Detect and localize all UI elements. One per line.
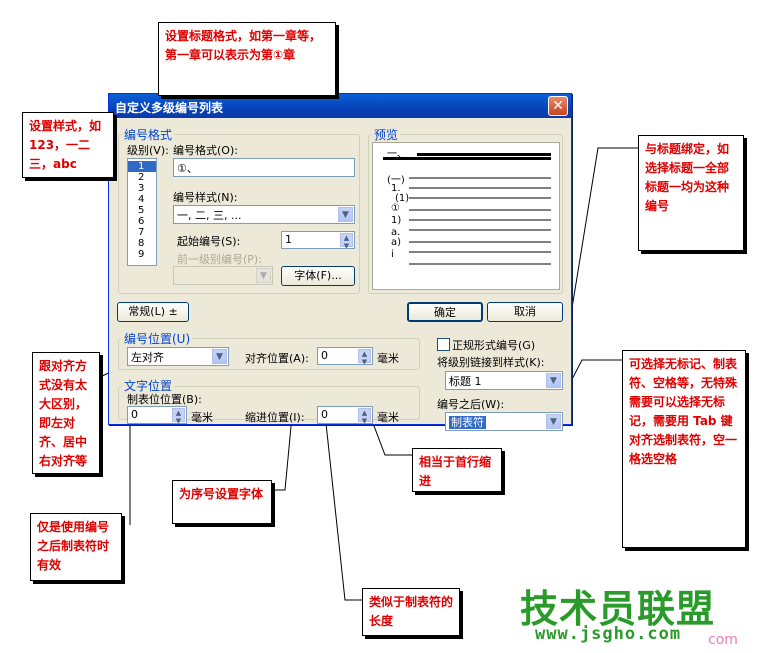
title-bar: 自定义多级编号列表 ✕ — [109, 94, 571, 118]
preview-line — [409, 229, 551, 231]
number-format-label: 编号格式(O): — [173, 144, 238, 157]
aligned-at-label: 对齐位置(A): — [245, 352, 309, 365]
callout-font: 为序号设置字体 — [172, 480, 272, 524]
aligned-at-spinner[interactable]: 0 ▲ ▼ — [317, 347, 373, 365]
chevron-down-icon[interactable]: ▼ — [546, 414, 561, 429]
spinner-arrows-icon[interactable]: ▲ ▼ — [358, 408, 371, 423]
legal-style-checkbox[interactable] — [437, 338, 450, 351]
chevron-down-icon[interactable]: ▼ — [212, 349, 227, 364]
preview-group-label: 预览 — [372, 126, 401, 143]
prev-level-label: 前一级别编号(P): — [177, 253, 262, 266]
indent-label: 缩进位置(I): — [245, 411, 305, 424]
number-format-group-label: 编号格式 — [122, 126, 175, 143]
callout-set-style: 设置样式，如 123，一二三，abc — [22, 112, 114, 178]
tab-position-value: 0 — [131, 408, 138, 421]
tab-position-label: 制表位位置(B): — [127, 393, 202, 406]
callout-tab-length: 类似于制表符的长度 — [362, 588, 460, 636]
normal-toggle-button[interactable]: 常规(L) ± — [117, 302, 189, 322]
indent-spinner[interactable]: 0 ▲ ▼ — [317, 406, 373, 424]
link-style-label: 将级别链接到样式(K): — [437, 356, 545, 369]
level-item[interactable]: 8 — [128, 238, 156, 249]
preview-line — [409, 177, 551, 179]
spinner-arrows-icon[interactable]: ▲ ▼ — [172, 408, 185, 423]
spinner-arrows-icon[interactable]: ▲ ▼ — [340, 233, 353, 248]
preview-number: 1) — [391, 215, 402, 226]
level-item[interactable]: 1 — [128, 161, 156, 172]
preview-number: ① — [391, 203, 400, 214]
aligned-at-unit: 毫米 — [377, 352, 399, 365]
preview-line — [409, 209, 551, 211]
preview-number: a) — [391, 237, 402, 248]
cancel-button[interactable]: 取消 — [487, 302, 563, 322]
prev-level-select[interactable]: ▼ — [173, 266, 273, 285]
spinner-arrows-icon[interactable]: ▲ ▼ — [358, 349, 371, 364]
level-item[interactable]: 3 — [128, 183, 156, 194]
callout-first-line-indent: 相当于首行缩进 — [412, 448, 502, 492]
preview-pane: 一、 (一) 1. (1) ① 1) a. a) i — [372, 142, 560, 290]
start-at-value: 1 — [285, 233, 292, 246]
preview-number: 一、 — [387, 149, 407, 160]
callout-tab-only: 仅是使用编号之后制表符时有效 — [30, 513, 122, 581]
start-at-label: 起始编号(S): — [177, 235, 241, 248]
dialog-title: 自定义多级编号列表 — [115, 101, 224, 115]
number-position-group-label: 编号位置(U) — [122, 330, 193, 347]
callout-alignment: 跟对齐方式没有太大区别，即左对齐、居中右对齐等 — [32, 352, 100, 474]
preview-line — [409, 197, 551, 199]
indent-value: 0 — [321, 408, 328, 421]
level-item[interactable]: 6 — [128, 216, 156, 227]
level-label: 级别(V): — [127, 144, 169, 157]
preview-line — [409, 241, 551, 243]
number-style-value: 一, 二, 三, ... — [177, 209, 242, 222]
callout-bind-heading: 与标题绑定，如选择标题一全部标题一均为这种编号 — [638, 135, 744, 251]
number-style-label: 编号样式(N): — [173, 191, 238, 204]
level-item[interactable]: 9 — [128, 249, 156, 260]
preview-number: i — [391, 249, 394, 260]
alignment-value: 左对齐 — [131, 351, 164, 364]
ok-button[interactable]: 确定 — [407, 302, 483, 322]
tab-position-spinner[interactable]: 0 ▲ ▼ — [127, 406, 187, 424]
tab-position-unit: 毫米 — [191, 411, 213, 424]
preview-line — [409, 263, 551, 265]
start-at-spinner[interactable]: 1 ▲ ▼ — [281, 231, 355, 249]
follow-number-select[interactable]: 制表符 ▼ — [445, 412, 563, 431]
legal-style-label: 正规形式编号(G) — [452, 339, 536, 352]
watermark-url: www.jsgho.com — [535, 624, 682, 644]
level-item[interactable]: 4 — [128, 194, 156, 205]
level-item[interactable]: 5 — [128, 205, 156, 216]
alignment-select[interactable]: 左对齐 ▼ — [127, 347, 229, 366]
callout-follow-number: 可选择无标记、制表符、空格等，无特殊需要可以选择无标记，需要用 Tab 键对齐选… — [622, 350, 746, 548]
number-style-select[interactable]: 一, 二, 三, ... ▼ — [173, 205, 355, 224]
follow-number-label: 编号之后(W): — [437, 398, 505, 411]
level-listbox[interactable]: 123456789 — [127, 158, 157, 266]
custom-multilevel-list-dialog: 自定义多级编号列表 ✕ 编号格式 级别(V): 123456789 编号格式(O… — [108, 93, 572, 431]
indent-unit: 毫米 — [377, 411, 399, 424]
chevron-down-icon[interactable]: ▼ — [546, 373, 561, 388]
level-item[interactable]: 2 — [128, 172, 156, 183]
preview-line — [409, 219, 551, 221]
preview-line — [409, 251, 551, 253]
preview-line — [417, 153, 551, 156]
callout-title-format: 设置标题格式，如第一章等，第一章可以表示为第①章 — [158, 22, 336, 96]
aligned-at-value: 0 — [321, 349, 328, 362]
chevron-down-icon[interactable]: ▼ — [338, 207, 353, 222]
preview-line — [409, 187, 551, 189]
close-icon: ✕ — [552, 98, 564, 114]
preview-line — [383, 157, 551, 160]
chevron-down-icon: ▼ — [256, 268, 271, 283]
number-format-input[interactable]: ①、 — [173, 158, 355, 177]
font-button[interactable]: 字体(F)... — [281, 266, 355, 286]
follow-number-value: 制表符 — [449, 416, 486, 429]
watermark-url-secondary: com — [708, 632, 738, 648]
level-item[interactable]: 7 — [128, 227, 156, 238]
link-style-value: 标题 1 — [449, 375, 482, 388]
link-style-select[interactable]: 标题 1 ▼ — [445, 371, 563, 390]
close-button[interactable]: ✕ — [548, 96, 568, 116]
